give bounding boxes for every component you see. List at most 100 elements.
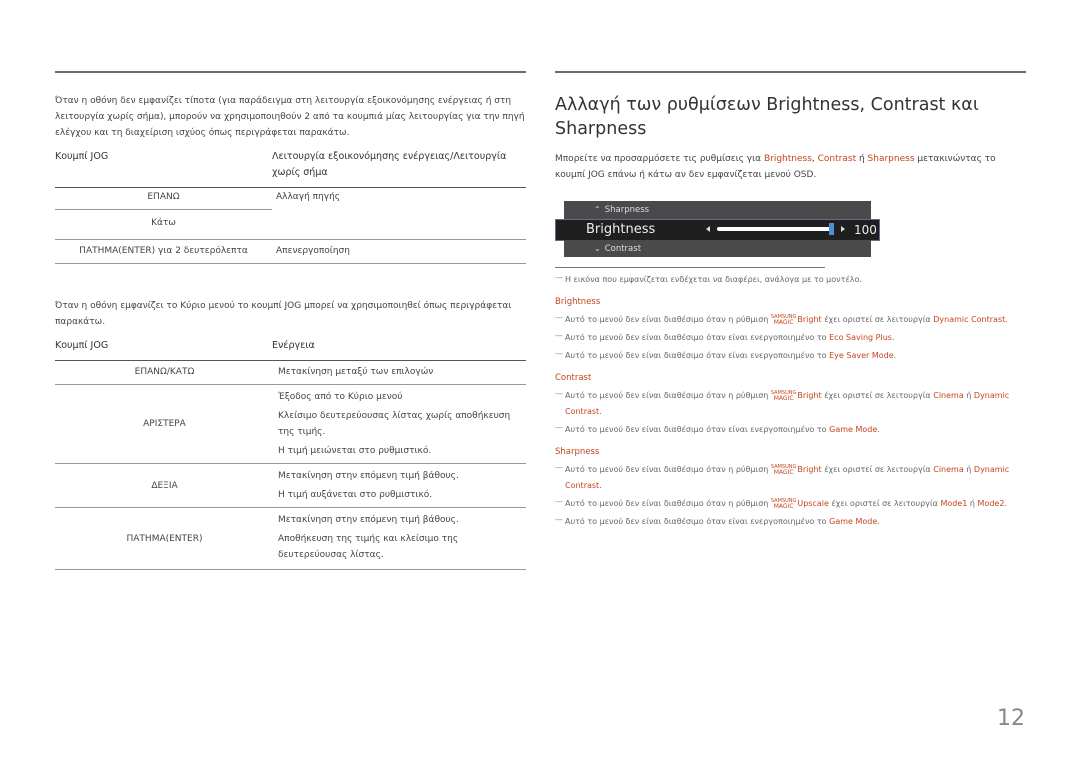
jog-power-table: Κουμπί JOG Λειτουργία εξοικονόμησης ενέρ… [55, 149, 526, 187]
note-text: . [877, 517, 880, 526]
row-key: ΠΑΤΗΜΑ(ENTER) για 2 δευτερόλεπτα [79, 246, 248, 256]
desc-sharpness: Sharpness [867, 154, 915, 164]
note-text: Αυτό το μενού δεν είναι διαθέσιμο όταν η… [565, 465, 771, 474]
note-text: . [599, 481, 602, 490]
row-key: ΕΠΑΝΩ/ΚΑΤΩ [134, 367, 195, 377]
arrow-right-icon[interactable] [841, 226, 845, 232]
dash-icon: — [555, 423, 563, 432]
brightness-slider-track[interactable] [717, 227, 831, 231]
note-setting-name: Game Mode [829, 517, 878, 526]
left-column: Όταν η οθόνη δεν εμφανίζει τίποτα (για π… [55, 71, 526, 570]
jog-menu-table-body: ΕΠΑΝΩ/ΚΑΤΩ Μετακίνηση μεταξύ των επιλογώ… [55, 360, 526, 570]
table-row: ΑΡΙΣΤΕΡΑ Έξοδος από το Κύριο μενού Κλείσ… [55, 384, 526, 464]
note-text: Αυτό το μενού δεν είναι διαθέσιμο όταν ε… [565, 425, 830, 434]
desc-brightness: Brightness [763, 154, 812, 164]
note-divider [555, 267, 825, 268]
note-text: . [891, 333, 895, 342]
note-setting-name: Mode2 [977, 499, 1005, 508]
jog-power-table-body: ΕΠΑΝΩ Αλλαγή πηγής Κάτω ΠΑΤΗΜΑ(ENTER) γι… [55, 187, 526, 264]
osd-menu: ⌃ Sharpness Brightness 100 ⌄ Contrast [555, 197, 885, 257]
note-setting-name: Eco Saving Plus [829, 333, 892, 342]
dash-icon: — [555, 313, 563, 322]
desc-contrast: Contrast [817, 154, 857, 164]
samsung-magic-logo: SAMSUNG MAGIC [771, 464, 796, 476]
header-mode: Λειτουργία εξοικονόμησης ενέργειας/Λειτο… [272, 151, 507, 178]
note-text: . [599, 407, 602, 416]
row-value: Κλείσιμο δευτερεύουσας λίστας χωρίς αποθ… [278, 411, 511, 437]
note-text: . [877, 425, 880, 434]
logo-text-magic: MAGIC [773, 318, 794, 326]
restriction-note: — Αυτό το μενού δεν είναι διαθέσιμο όταν … [555, 348, 1026, 364]
row-value: Η τιμή μειώνεται στο ρυθμιστικό. [278, 446, 432, 456]
dash-icon: — [555, 463, 563, 472]
note-setting-name: Eye Saver Mode [829, 351, 894, 360]
osd-item-label: Contrast [604, 244, 642, 254]
note-text: έχει οριστεί σε λειτουργία [821, 465, 934, 474]
note-text: Αυτό το μενού δεν είναι διαθέσιμο όταν η… [565, 315, 771, 324]
note-feature-name: Bright [797, 315, 822, 324]
note-setting-name: Dynamic Contrast [933, 315, 1006, 324]
samsung-magic-logo: SAMSUNG MAGIC [771, 314, 796, 326]
note-text: Αυτό το μενού δεν είναι διαθέσιμο όταν ε… [565, 517, 830, 526]
table-row: ΕΠΑΝΩ Αλλαγή πηγής [55, 187, 526, 210]
note-feature-name: Bright [797, 465, 822, 474]
brightness-slider-thumb[interactable] [829, 223, 834, 235]
chevron-up-icon: ⌃ [594, 205, 601, 214]
note-text: ή [967, 499, 978, 508]
header-jog: Κουμπί JOG [55, 340, 109, 351]
logo-text-magic: MAGIC [773, 394, 794, 402]
section-heading: Sharpness [555, 447, 600, 457]
restriction-note: — Αυτό το μενού δεν είναι διαθέσιμο όταν … [555, 312, 1026, 328]
desc-text: Μπορείτε να προσαρμόσετε τις ρυθμίσεις γ… [555, 154, 764, 164]
row-values: Μετακίνηση στην επόμενη τιμή βάθους. Απο… [274, 508, 526, 570]
table-row: ΕΠΑΝΩ/ΚΑΤΩ Μετακίνηση μεταξύ των επιλογώ… [55, 360, 526, 385]
note-text: έχει οριστεί σε λειτουργία [821, 391, 934, 400]
logo-text-magic: MAGIC [773, 502, 794, 510]
top-rule [55, 71, 526, 73]
note-text: ή [963, 465, 974, 474]
row-value: Μετακίνηση στην επόμενη τιμή βάθους. [278, 471, 459, 481]
desc-text: ή [856, 154, 868, 164]
osd-item-label: Sharpness [604, 205, 650, 215]
note-feature-name: Upscale [797, 499, 829, 508]
header-jog: Κουμπί JOG [55, 151, 109, 162]
arrow-left-icon[interactable] [706, 226, 710, 232]
dash-icon: — [555, 497, 563, 506]
note-text: Αυτό το μενού δεν είναι διαθέσιμο όταν ε… [565, 333, 830, 342]
osd-item-brightness[interactable]: Brightness 100 [555, 219, 880, 241]
section-title: Αλλαγή των ρυθμίσεων Brightness, Contras… [555, 95, 979, 139]
chevron-down-icon: ⌄ [594, 244, 601, 253]
row-value: Μετακίνηση μεταξύ των επιλογών [278, 367, 434, 377]
note-text: Η εικόνα που εμφανίζεται ενδέχεται να δι… [565, 275, 862, 284]
row-value: Απενεργοποίηση [276, 246, 350, 256]
osd-item-contrast[interactable]: ⌄ Contrast [564, 240, 871, 257]
logo-text-magic: MAGIC [773, 468, 794, 476]
note-text: Αυτό το μενού δεν είναι διαθέσιμο όταν η… [565, 391, 771, 400]
jog-menu-table: Κουμπί JOG Ενέργεια [55, 338, 526, 360]
row-key: ΔΕΞΙΑ [151, 480, 178, 491]
dash-icon: — [555, 515, 563, 524]
row-value: Αποθήκευση της τιμής και κλείσιμο της δε… [278, 534, 459, 560]
dash-icon: — [555, 349, 563, 358]
restriction-note: — Αυτό το μενού δεν είναι διαθέσιμο όταν … [555, 496, 1026, 512]
row-value: Έξοδος από το Κύριο μενού [278, 392, 403, 402]
note-text: έχει οριστεί σε λειτουργία [821, 315, 934, 324]
osd-item-sharpness[interactable]: ⌃ Sharpness [564, 201, 871, 220]
table-row: ΠΑΤΗΜΑ(ENTER) για 2 δευτερόλεπτα Απενεργ… [55, 239, 526, 264]
intro-paragraph-2: Όταν η οθόνη εμφανίζει το Κύριο μενού το… [55, 301, 512, 327]
row-values: Μετακίνηση στην επόμενη τιμή βάθους. Η τ… [274, 464, 526, 508]
osd-selected-label: Brightness [586, 222, 656, 237]
restriction-sections: Brightness — Αυτό το μενού δεν είναι διαθέ… [555, 294, 1026, 530]
intro-paragraph-1: Όταν η οθόνη δεν εμφανίζει τίποτα (για π… [55, 96, 525, 138]
row-key: ΠΑΤΗΜΑ(ENTER) [126, 533, 203, 544]
row-key: Κάτω [151, 218, 176, 228]
top-rule [555, 71, 1026, 73]
restriction-note: — Αυτό το μενού δεν είναι διαθέσιμο όταν … [555, 514, 1026, 530]
samsung-magic-logo: SAMSUNG MAGIC [771, 498, 796, 510]
row-key: ΕΠΑΝΩ [55, 187, 272, 210]
samsung-magic-logo: SAMSUNG MAGIC [771, 390, 796, 402]
note-text: . [893, 351, 897, 360]
right-column: Αλλαγή των ρυθμίσεων Brightness, Contras… [555, 71, 1026, 530]
restriction-note: — Αυτό το μενού δεν είναι διαθέσιμο όταν … [555, 330, 1026, 346]
row-values: Έξοδος από το Κύριο μενού Κλείσιμο δευτε… [274, 385, 526, 464]
